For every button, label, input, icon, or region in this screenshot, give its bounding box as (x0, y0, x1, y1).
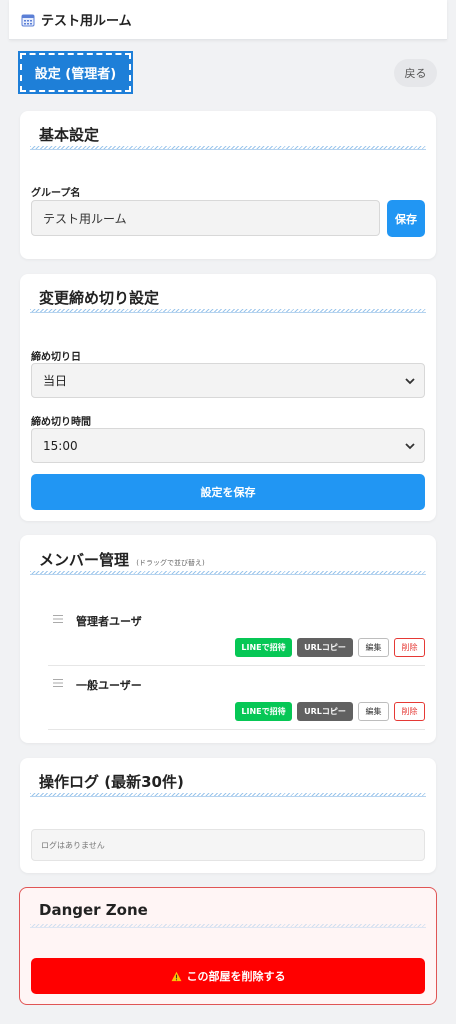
member-management-subtitle: (ドラッグで並び替え) (136, 559, 205, 567)
delete-room-button[interactable]: この部屋を削除する (31, 958, 425, 994)
title-divider (30, 793, 426, 797)
member-management-title: メンバー管理 (ドラッグで並び替え) (39, 549, 205, 570)
line-invite-button[interactable]: LINEで招待 (235, 702, 292, 721)
url-copy-button[interactable]: URLコピー (297, 638, 353, 657)
title-divider (30, 924, 426, 928)
title-divider (30, 309, 426, 313)
top-bar: テスト用ルーム (9, 0, 447, 40)
title-divider (30, 571, 426, 575)
member-row[interactable]: 一般ユーザー LINEで招待 URLコピー 編集 削除 (48, 666, 425, 730)
operation-log-card: 操作ログ (最新30件) ログはありません (20, 758, 436, 873)
deadline-time-label: 締め切り時間 (31, 417, 91, 428)
chevron-down-icon (405, 442, 415, 449)
member-actions: LINEで招待 URLコピー 編集 削除 (235, 638, 425, 657)
member-name: 一般ユーザー (76, 679, 142, 692)
empty-log-message: ログはありません (31, 829, 425, 861)
warning-icon (171, 971, 181, 981)
group-name-input[interactable]: テスト用ルーム (31, 200, 380, 236)
deadline-settings-title: 変更締め切り設定 (39, 289, 160, 307)
room-title: テスト用ルーム (41, 14, 132, 29)
drag-handle-icon[interactable] (53, 614, 63, 624)
basic-settings-card: 基本設定 グループ名 テスト用ルーム 保存 (20, 111, 436, 259)
deadline-settings-card: 変更締め切り設定 締め切り日 当日 締め切り時間 15:00 設定を保存 (20, 274, 436, 521)
title-divider (30, 146, 426, 150)
delete-room-label: この部屋を削除する (186, 970, 286, 983)
member-name: 管理者ユーザ (76, 615, 142, 628)
drag-handle-icon[interactable] (53, 678, 63, 688)
deadline-day-value: 当日 (43, 374, 68, 388)
delete-button[interactable]: 削除 (394, 638, 425, 657)
deadline-time-select[interactable]: 15:00 (31, 428, 425, 463)
member-management-card: メンバー管理 (ドラッグで並び替え) 管理者ユーザ LINEで招待 URLコピー… (20, 535, 436, 743)
deadline-time-value: 15:00 (43, 438, 78, 453)
calendar-icon (21, 14, 35, 26)
url-copy-button[interactable]: URLコピー (297, 702, 353, 721)
member-actions: LINEで招待 URLコピー 編集 削除 (235, 702, 425, 721)
edit-button[interactable]: 編集 (358, 638, 389, 657)
basic-settings-title: 基本設定 (39, 126, 100, 144)
member-row[interactable]: 管理者ユーザ LINEで招待 URLコピー 編集 削除 (48, 602, 425, 666)
deadline-save-button[interactable]: 設定を保存 (31, 474, 425, 510)
line-invite-button[interactable]: LINEで招待 (235, 638, 292, 657)
settings-admin-button[interactable]: 設定 (管理者) (18, 51, 133, 94)
danger-zone-title: Danger Zone (39, 901, 148, 919)
group-name-save-button[interactable]: 保存 (387, 200, 425, 237)
deadline-day-select[interactable]: 当日 (31, 363, 425, 398)
back-button[interactable]: 戻る (394, 59, 437, 87)
edit-button[interactable]: 編集 (358, 702, 389, 721)
delete-button[interactable]: 削除 (394, 702, 425, 721)
chevron-down-icon (405, 377, 415, 384)
danger-zone-card: Danger Zone この部屋を削除する (19, 887, 437, 1005)
deadline-day-label: 締め切り日 (31, 352, 81, 363)
group-name-label: グループ名 (31, 188, 81, 199)
operation-log-title: 操作ログ (最新30件) (39, 773, 184, 791)
member-management-heading: メンバー管理 (39, 551, 130, 569)
